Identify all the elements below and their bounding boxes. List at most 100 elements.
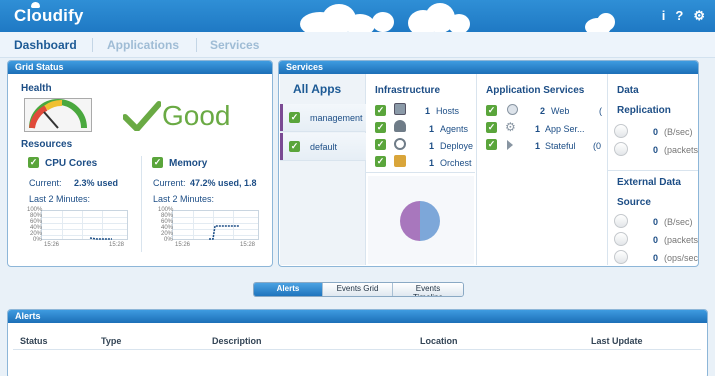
cpu-y-tick: 0% <box>33 237 42 243</box>
all-apps-title[interactable]: All Apps <box>293 82 341 96</box>
infra-count: 1 <box>429 158 435 168</box>
application-services-title: Application Services <box>486 85 585 96</box>
check-icon: ✓ <box>28 157 39 168</box>
data-replication-title: Data <box>617 85 639 96</box>
check-icon: ✓ <box>486 122 497 133</box>
cpu-x-tick: 15:28 <box>109 242 125 248</box>
cloudify-logo[interactable]: Cloudify <box>14 2 84 26</box>
memory-label: Memory <box>169 158 208 169</box>
app-service-count: 1 <box>535 124 541 134</box>
top-bar: Cloudify i ? ⚙ <box>0 0 715 32</box>
help-icon[interactable]: ? <box>675 8 683 24</box>
column-header-description[interactable]: Description <box>212 336 262 346</box>
app-name: management <box>310 113 363 123</box>
external-count: 0 <box>653 217 659 227</box>
column-header-last-update[interactable]: Last Update <box>591 336 643 346</box>
health-title: Health <box>21 83 52 94</box>
pie-chart <box>400 201 440 241</box>
cpu-cores-label: CPU Cores <box>45 158 98 169</box>
cloud-decoration <box>372 12 394 32</box>
column-header-status[interactable]: Status <box>20 336 48 346</box>
external-data-source-title-line2: Source <box>617 197 651 208</box>
app-name: default <box>310 142 338 152</box>
memory-y-tick: 0% <box>164 237 173 243</box>
app-service-count: 1 <box>535 141 541 151</box>
app-selected-bar <box>280 133 283 160</box>
tab-dashboard[interactable]: Dashboard <box>14 38 77 52</box>
check-icon: ✓ <box>375 105 386 116</box>
app-selected-bar <box>280 104 283 131</box>
memory-x-tick: 15:28 <box>240 242 256 248</box>
column-header-type[interactable]: Type <box>101 336 121 346</box>
status-circle-icon <box>614 250 628 264</box>
infra-label[interactable]: Orchest <box>440 158 472 168</box>
check-icon: ✓ <box>486 139 497 150</box>
cpu-chart <box>41 210 128 240</box>
replication-unit: (B/sec) <box>664 127 693 137</box>
column-header-location[interactable]: Location <box>420 336 458 346</box>
tab-alerts[interactable]: Alerts <box>254 283 323 296</box>
nav-divider <box>196 38 197 52</box>
status-circle-icon <box>614 214 628 228</box>
column-divider <box>366 172 475 173</box>
app-service-extra: (0 <box>593 141 602 151</box>
external-unit: (packets <box>664 235 699 245</box>
infra-label[interactable]: Agents <box>440 124 468 134</box>
data-replication-title-line2: Replication <box>617 105 671 116</box>
app-server-gear-icon: ⚙ <box>505 120 516 134</box>
check-icon: ✓ <box>289 141 300 152</box>
check-icon: ✓ <box>375 156 386 167</box>
status-circle-icon <box>614 124 628 138</box>
app-service-extra: ( <box>599 106 602 116</box>
external-unit: (ops/sec <box>664 253 699 263</box>
tab-events-timeline[interactable]: Events Timeline <box>393 283 463 296</box>
check-icon: ✓ <box>375 122 386 133</box>
resources-title: Resources <box>21 139 73 150</box>
infra-label[interactable]: Deploye <box>440 141 473 151</box>
tab-events-grid[interactable]: Events Grid <box>323 283 393 296</box>
agents-icon <box>394 120 406 132</box>
app-service-count: 2 <box>540 106 546 116</box>
cpu-current-value: 2.3% used <box>74 178 119 188</box>
infra-count: 1 <box>425 106 431 116</box>
logo-cloud-icon <box>31 2 40 8</box>
external-data-source-title: External Data <box>617 177 681 188</box>
check-icon: ✓ <box>375 139 386 150</box>
section-divider <box>608 170 698 171</box>
app-service-label[interactable]: App Ser... <box>545 124 585 134</box>
deployer-icon <box>394 138 406 150</box>
tab-applications[interactable]: Applications <box>107 38 179 52</box>
health-status: Good <box>162 100 231 131</box>
external-unit: (B/sec) <box>664 217 693 227</box>
status-circle-icon <box>614 142 628 156</box>
health-gauge-icon <box>24 98 92 132</box>
logo-text: Cloudify <box>14 6 84 25</box>
settings-icon[interactable]: ⚙ <box>693 8 705 24</box>
replication-unit: (packets <box>664 145 699 155</box>
check-icon: ✓ <box>152 157 163 168</box>
web-globe-icon <box>507 104 518 115</box>
resource-divider <box>141 156 142 252</box>
infra-count: 1 <box>429 141 435 151</box>
panel-title: Services <box>279 61 698 74</box>
panel-title: Alerts <box>8 310 707 323</box>
memory-x-tick: 15:26 <box>175 242 191 248</box>
tab-services[interactable]: Services <box>210 38 259 52</box>
info-icon[interactable]: i <box>662 8 666 24</box>
check-icon: ✓ <box>289 112 300 123</box>
memory-current-label: Current: <box>153 178 186 188</box>
cloud-decoration <box>597 13 615 31</box>
orchestrator-icon <box>394 155 406 167</box>
cloud-decoration <box>448 14 470 32</box>
infra-label[interactable]: Hosts <box>436 106 459 116</box>
app-service-label[interactable]: Stateful <box>545 141 576 151</box>
column-divider <box>476 74 477 265</box>
panel-title: Grid Status <box>8 61 272 74</box>
cloud-decoration <box>345 14 375 32</box>
memory-chart <box>172 210 259 240</box>
status-circle-icon <box>614 232 628 246</box>
replication-count: 0 <box>653 145 659 155</box>
check-icon: ✓ <box>486 105 497 116</box>
infrastructure-title: Infrastructure <box>375 85 441 96</box>
app-service-label[interactable]: Web <box>551 106 569 116</box>
